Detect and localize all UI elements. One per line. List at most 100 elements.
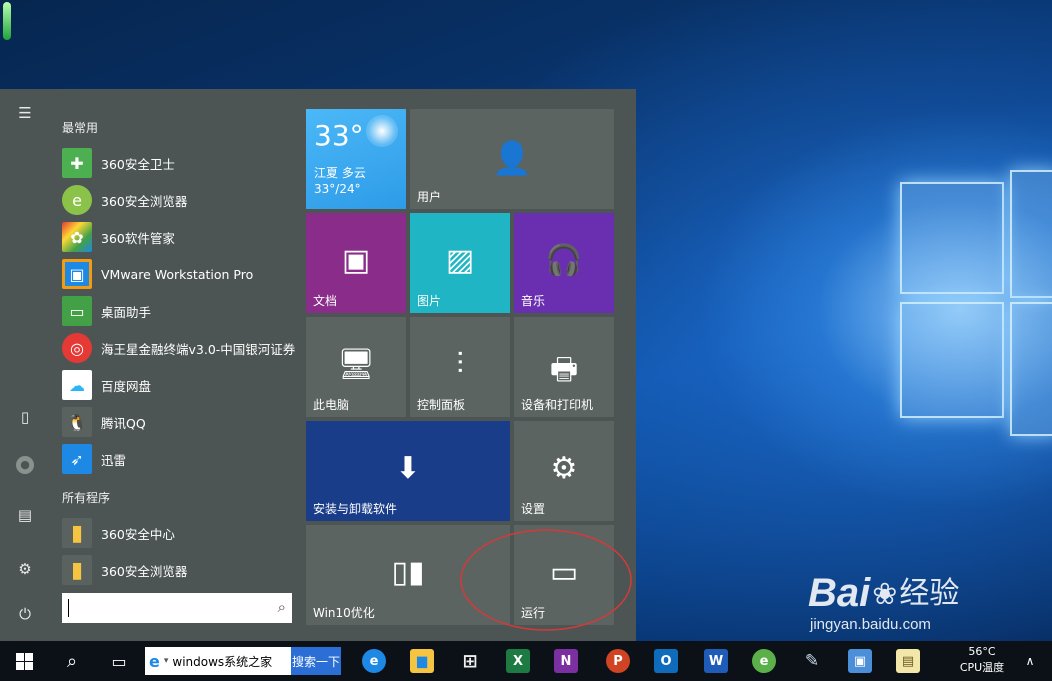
- text-cursor: [68, 599, 69, 617]
- baidu-watermark: Bai ❀ 经验 jingyan.baidu.com: [808, 568, 959, 633]
- tile-label: 用户: [417, 190, 442, 204]
- user-icon: 👤: [492, 139, 532, 177]
- watermark-brand: Bai: [808, 571, 871, 615]
- install-box-icon: ⬇: [395, 451, 421, 486]
- app-item-qq[interactable]: 🐧 腾讯QQ: [62, 405, 298, 439]
- taskbar-pin-edge[interactable]: e: [352, 641, 396, 681]
- app-item-vmware[interactable]: ▣ VMware Workstation Pro: [62, 257, 298, 291]
- web-search-button[interactable]: 搜索一下: [291, 647, 341, 675]
- excel-icon: X: [506, 649, 530, 673]
- app-label: 360安全中心: [101, 526, 175, 542]
- all-programs-heading[interactable]: 所有程序: [62, 489, 110, 506]
- edge-icon: e: [362, 649, 386, 673]
- sliders-icon: ⫶: [456, 347, 464, 382]
- powerpoint-icon: P: [606, 649, 630, 673]
- weather-temperature: 33°: [314, 119, 364, 152]
- app-label: 桌面助手: [101, 304, 152, 320]
- app-item-xunlei[interactable]: ➶ 迅雷: [62, 442, 298, 476]
- 360-browser-taskbar-icon: e: [752, 649, 776, 673]
- taskbar-pin-paint[interactable]: ✎: [790, 641, 834, 681]
- app-label: 360软件管家: [101, 230, 175, 246]
- paint-icon: ✎: [804, 651, 820, 671]
- app-item-360-safe-guard[interactable]: ✚ 360安全卫士: [62, 146, 298, 180]
- start-menu: ☰ ▯ ● ▤ ⚙ ⏻ 最常用 ✚ 360安全卫士 e 360安全浏览器 ✿ 3…: [0, 89, 636, 641]
- taskbar-pin-outlook[interactable]: O: [644, 641, 688, 681]
- tile-label: 音乐: [521, 294, 546, 308]
- weather-range: 33°/24°: [314, 182, 361, 196]
- notepad-icon: ▤: [896, 649, 920, 673]
- taskbar-pin-powerpoint[interactable]: P: [596, 641, 640, 681]
- folder-icon: ▮: [62, 555, 92, 585]
- xunlei-icon: ➶: [62, 444, 92, 474]
- tile-install-uninstall[interactable]: ⬇ 安装与卸载软件: [306, 421, 510, 521]
- sun-icon: [366, 115, 398, 147]
- taskbar-pin-word[interactable]: W: [694, 641, 738, 681]
- power-icon[interactable]: ⏻: [15, 604, 35, 624]
- chevron-up-icon: ∧: [1025, 654, 1035, 668]
- app-label: 百度网盘: [101, 378, 152, 394]
- start-button[interactable]: [0, 641, 48, 681]
- folder-icon: ▮: [62, 518, 92, 548]
- taskbar-pin-store[interactable]: ⊞: [448, 641, 492, 681]
- taskbar-search-button[interactable]: ⌕: [50, 641, 94, 681]
- taskbar-pin-file-explorer[interactable]: ▆: [400, 641, 444, 681]
- app-item-360-software-manager[interactable]: ✿ 360软件管家: [62, 220, 298, 254]
- tile-label: 图片: [417, 294, 442, 308]
- app-item-baidu-netdisk[interactable]: ☁ 百度网盘: [62, 368, 298, 402]
- taskbar-pin-360-browser[interactable]: e: [742, 641, 786, 681]
- highlight-ellipse: [460, 529, 632, 631]
- windows-logo-icon: [15, 652, 33, 670]
- tile-documents[interactable]: ▣ 文档: [306, 213, 406, 313]
- search-icon: ⌕: [66, 650, 78, 672]
- app-item-360-safe-center-folder[interactable]: ▮ 360安全中心: [62, 516, 298, 550]
- app-item-neptune-finance[interactable]: ◎ 海王星金融终端v3.0-中国银河证券: [62, 331, 298, 365]
- taskbar-pin-excel[interactable]: X: [496, 641, 540, 681]
- tile-settings[interactable]: ⚙ 设置: [514, 421, 614, 521]
- qq-icon: 🐧: [62, 407, 92, 437]
- tile-music[interactable]: 🎧 音乐: [514, 213, 614, 313]
- chevron-down-icon[interactable]: ▾: [164, 656, 169, 666]
- tile-this-pc[interactable]: 🖥 此电脑: [306, 317, 406, 417]
- wallpaper-window-pane: [900, 182, 1004, 294]
- tile-label: 设备和打印机: [521, 398, 594, 412]
- tile-devices-printers[interactable]: 🖶 设备和打印机: [514, 317, 614, 417]
- cpu-temperature-value: 56°C: [968, 645, 996, 658]
- outlook-icon: O: [654, 649, 678, 673]
- neptune-finance-icon: ◎: [62, 333, 92, 363]
- user-avatar-icon[interactable]: ●: [15, 455, 35, 475]
- web-search-input[interactable]: e ▾ windows系统之家: [145, 647, 291, 675]
- tray-overflow-button[interactable]: ∧: [1018, 641, 1042, 681]
- word-icon: W: [704, 649, 728, 673]
- tile-control-panel[interactable]: ⫶ 控制面板: [410, 317, 510, 417]
- cpu-temperature-widget[interactable]: 56°C CPU温度: [950, 644, 1014, 676]
- tile-label: Win10优化: [313, 606, 375, 620]
- store-icon: ⊞: [462, 650, 478, 672]
- settings-gear-icon[interactable]: ⚙: [15, 559, 35, 579]
- hamburger-menu-icon[interactable]: ☰: [15, 103, 35, 123]
- taskbar-pin-notepad[interactable]: ▤: [886, 641, 930, 681]
- desktop-assistant-icon: ▭: [62, 296, 92, 326]
- tile-label: 设置: [521, 502, 546, 516]
- document-icon: ▣: [341, 243, 371, 278]
- tile-weather[interactable]: 33° 江夏 多云 33°/24°: [306, 109, 406, 209]
- task-view-button[interactable]: ▭: [96, 641, 142, 681]
- baidu-netdisk-icon: ☁: [62, 370, 92, 400]
- tile-user[interactable]: 👤 用户: [410, 109, 614, 209]
- app-label: 腾讯QQ: [101, 415, 146, 431]
- tile-label: 文档: [313, 294, 338, 308]
- app-item-360-browser[interactable]: e 360安全浏览器: [62, 183, 298, 217]
- tile-pictures[interactable]: ▨ 图片: [410, 213, 510, 313]
- onenote-icon: N: [554, 649, 578, 673]
- watermark-suffix: 经验: [899, 577, 960, 610]
- app-item-desktop-assistant[interactable]: ▭ 桌面助手: [62, 294, 298, 328]
- start-search-input[interactable]: ⌕: [62, 593, 292, 623]
- tablet-mode-icon[interactable]: ▯: [15, 407, 35, 427]
- headphones-icon: 🎧: [545, 243, 583, 278]
- taskbar: ⌕ ▭ e ▾ windows系统之家 搜索一下 e ▆ ⊞ X N P O W…: [0, 641, 1052, 681]
- app-item-360-browser-folder[interactable]: ▮ 360安全浏览器: [62, 553, 298, 587]
- settings-gear-icon: ⚙: [550, 451, 578, 486]
- taskbar-pin-onenote[interactable]: N: [544, 641, 588, 681]
- search-icon[interactable]: ⌕: [278, 598, 286, 616]
- file-explorer-icon[interactable]: ▤: [15, 505, 35, 525]
- taskbar-pin-remote-desktop[interactable]: ▣: [838, 641, 882, 681]
